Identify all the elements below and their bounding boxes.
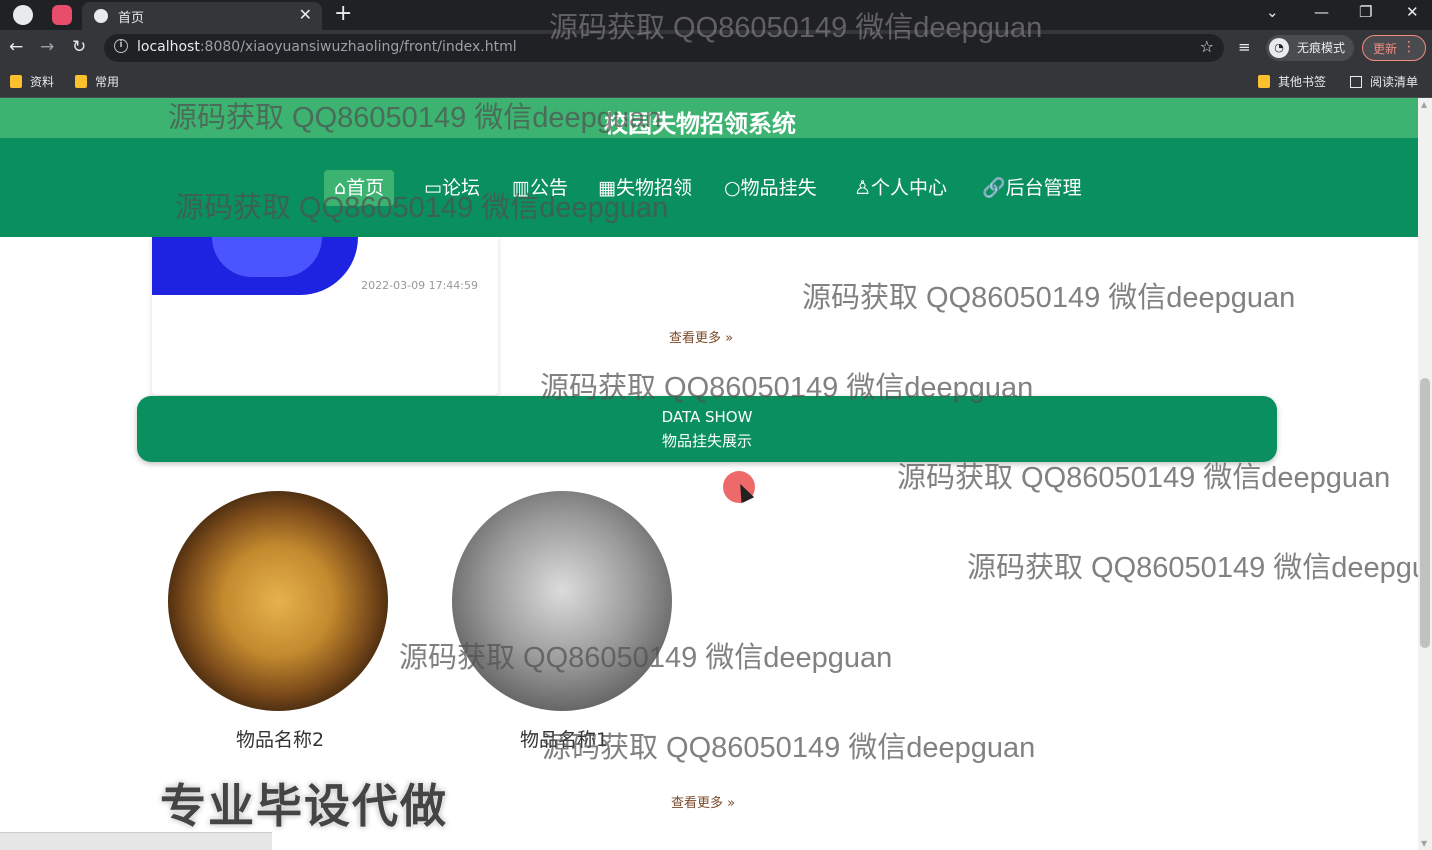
close-window-icon[interactable]: ✕ [1406, 3, 1419, 21]
nav-home[interactable]: ⌂首页 [324, 170, 395, 206]
page-viewport: 校园失物招领系统 ⌂首页 ▭论坛 ▥公告 ▦失物招领 ○物品挂失 ♙个人中心 🔗… [0, 98, 1432, 850]
circle-icon: ○ [724, 177, 741, 199]
incognito-label: 无痕模式 [1297, 41, 1346, 55]
folder-icon [1258, 75, 1270, 88]
user-icon: ♙ [854, 177, 872, 199]
forward-icon[interactable]: → [40, 37, 54, 57]
update-label: 更新 [1373, 42, 1398, 56]
watermark: 源码获取 QQ86050149 微信deepguan [802, 282, 1296, 314]
tab-search-icon[interactable]: ⌄ [1266, 3, 1279, 21]
watermark: 源码获取 QQ86050149 微信deepguan [967, 552, 1432, 584]
main-navbar: ⌂首页 ▭论坛 ▥公告 ▦失物招领 ○物品挂失 ♙个人中心 🔗后台管理 [0, 138, 1418, 237]
promo-text: 专业毕设代做 [160, 779, 448, 833]
bookmark-folder-ziliao[interactable]: 资料 [10, 73, 54, 90]
address-bar[interactable]: i localhost:8080/xiaoyuansiwuzhaoling/fr… [104, 34, 1224, 62]
incognito-icon: ◔ [1269, 38, 1289, 58]
grid-icon: ▦ [598, 177, 616, 199]
url-text[interactable]: localhost:8080/xiaoyuansiwuzhaoling/fron… [137, 39, 517, 55]
data-show-banner: DATA SHOW 物品挂失展示 [137, 396, 1277, 462]
home-icon: ⌂ [334, 177, 347, 199]
nav-forum[interactable]: ▭论坛 [414, 170, 490, 206]
minimize-icon[interactable]: — [1314, 3, 1329, 21]
news-icon: ▥ [512, 177, 530, 199]
item-name: 物品名称1 [519, 729, 609, 751]
more-link-top[interactable]: 查看更多 » [669, 327, 733, 346]
restore-icon[interactable]: ❐ [1359, 3, 1372, 21]
media-control-icon[interactable]: ≡ [1238, 38, 1251, 56]
other-bookmarks[interactable]: 其他书签 [1258, 73, 1326, 90]
close-tab-icon[interactable]: ✕ [299, 5, 312, 24]
globe-icon [94, 9, 108, 23]
active-tab[interactable]: 首页 ✕ [82, 2, 322, 30]
lost-item-card[interactable]: 2022-03-09 17:44:59 [152, 237, 498, 395]
scroll-thumb[interactable] [1420, 378, 1430, 648]
new-tab-icon[interactable]: + [334, 1, 352, 26]
banner-cn-title: 物品挂失展示 [661, 432, 752, 450]
more-link-bottom[interactable]: 查看更多 » [671, 792, 735, 811]
menu-dots-icon: ⋮ [1402, 39, 1416, 55]
reload-icon[interactable]: ↻ [72, 37, 86, 57]
tab-title: 首页 [118, 11, 145, 26]
nav-user-center[interactable]: ♙个人中心 [844, 170, 957, 206]
scroll-up-icon[interactable]: ▲ [1421, 100, 1427, 109]
nav-notice[interactable]: ▥公告 [502, 170, 578, 206]
reading-list-icon [1350, 76, 1362, 88]
nav-admin[interactable]: 🔗后台管理 [972, 170, 1092, 206]
bookmark-star-icon[interactable]: ☆ [1200, 37, 1214, 56]
nav-lost-found[interactable]: ▦失物招领 [588, 170, 702, 206]
browser-app-icon[interactable] [13, 5, 33, 25]
incognito-badge[interactable]: ◔ 无痕模式 [1266, 35, 1354, 61]
site-header: 校园失物招领系统 [0, 98, 1418, 138]
site-info-icon[interactable]: i [114, 39, 128, 53]
update-button[interactable]: 更新 ⋮ [1362, 35, 1426, 61]
bookmarks-bar: 资料 常用 其他书签 阅读清单 [0, 66, 1432, 98]
item-name: 物品名称2 [235, 729, 325, 751]
banner-en-title: DATA SHOW [661, 408, 753, 426]
folder-icon [10, 75, 22, 88]
back-icon[interactable]: ← [9, 37, 23, 57]
pinned-tab-icon[interactable] [52, 5, 72, 25]
browser-tab-bar: 首页 ✕ + ⌄ — ❐ ✕ [0, 0, 1432, 30]
scroll-down-icon[interactable]: ▼ [1421, 839, 1427, 848]
link-icon: 🔗 [982, 177, 1006, 199]
bookmark-folder-changyong[interactable]: 常用 [75, 73, 119, 90]
nav-loss-report[interactable]: ○物品挂失 [714, 170, 827, 206]
folder-icon [75, 75, 87, 88]
page-scrollbar[interactable]: ▲ ▼ [1418, 98, 1432, 850]
card-date: 2022-03-09 17:44:59 [361, 279, 478, 292]
reading-list[interactable]: 阅读清单 [1350, 73, 1418, 90]
browser-toolbar: ← → ↻ i localhost:8080/xiaoyuansiwuzhaol… [0, 30, 1432, 66]
item-image [168, 491, 388, 711]
card-image [152, 237, 358, 295]
item-image [452, 491, 672, 711]
site-title: 校园失物招领系统 [604, 110, 796, 138]
chat-icon: ▭ [424, 177, 442, 199]
bottom-status-bar [0, 832, 272, 850]
